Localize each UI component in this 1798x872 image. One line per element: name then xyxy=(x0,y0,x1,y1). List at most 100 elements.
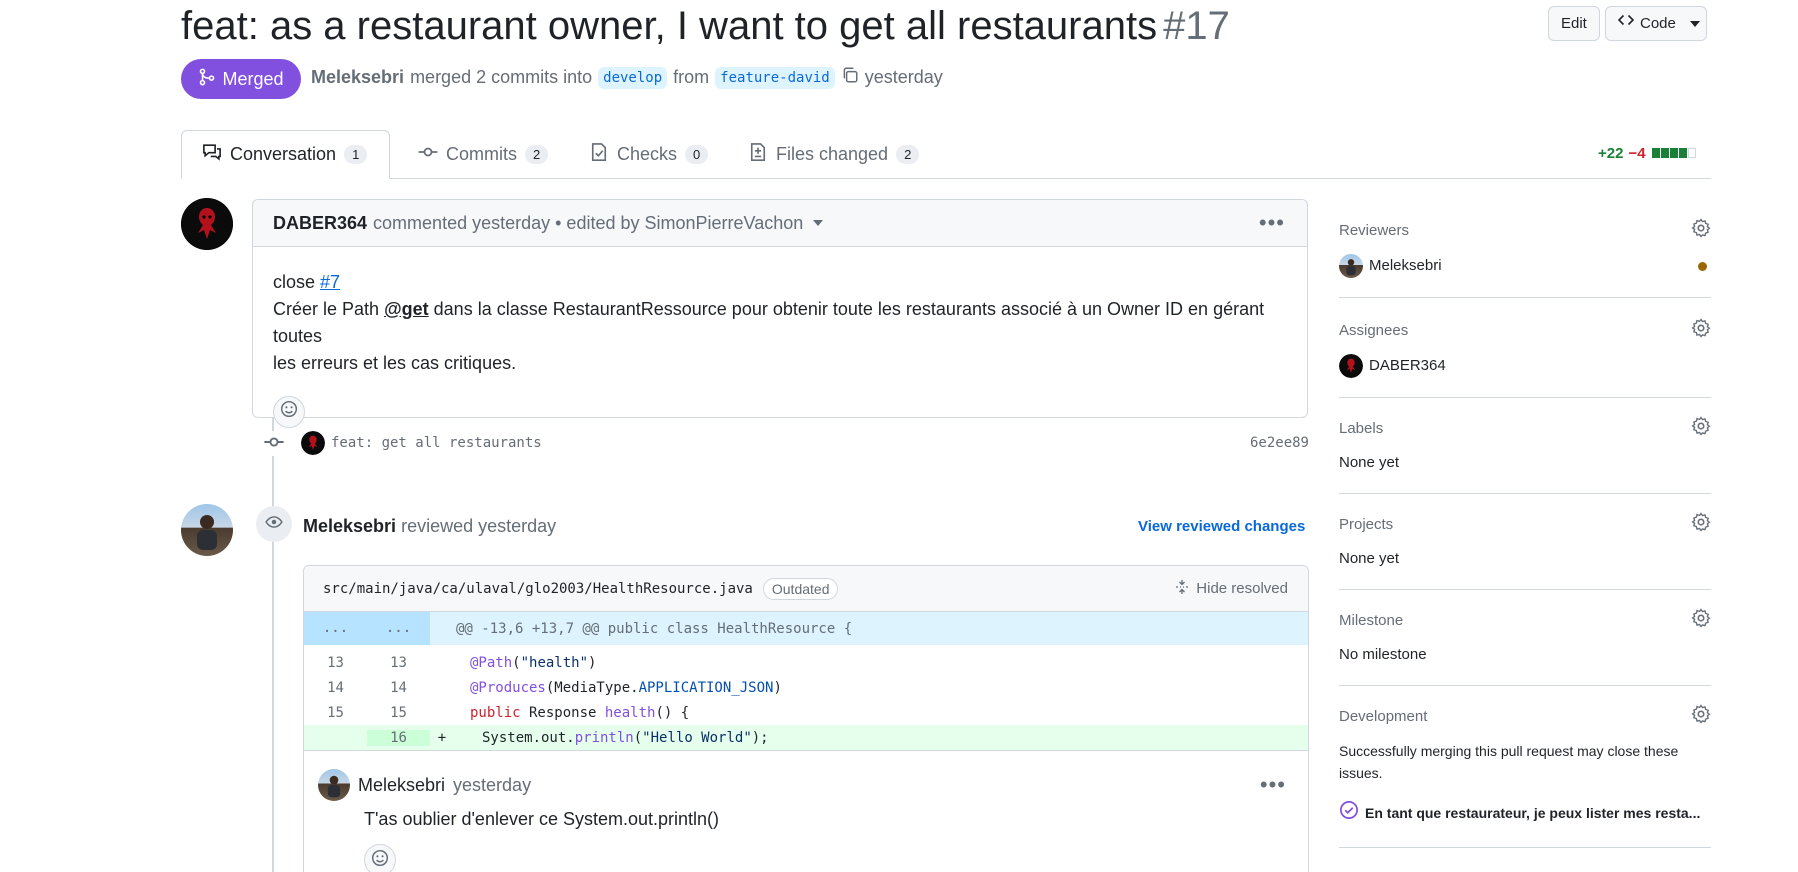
linked-issue-title: En tant que restaurateur, je peux lister… xyxy=(1365,805,1701,821)
head-branch[interactable]: feature-david xyxy=(715,66,835,89)
new-line-number[interactable]: 13 xyxy=(367,655,430,671)
sidebar-section-title[interactable]: Projects xyxy=(1339,512,1711,536)
tab-commits[interactable]: Commits 2 xyxy=(418,130,549,179)
gear-icon[interactable] xyxy=(1691,318,1711,342)
tab-label: Checks xyxy=(617,144,678,164)
review-meta[interactable]: reviewed yesterday xyxy=(401,516,556,536)
diff-marker: + xyxy=(437,729,447,746)
commit-message[interactable]: feat: get all restaurants xyxy=(331,435,542,451)
issue-link[interactable]: #7 xyxy=(320,272,340,292)
development-note: Successfully merging this pull request m… xyxy=(1339,743,1679,781)
milestone-value: No milestone xyxy=(1339,646,1427,663)
old-line-number[interactable]: 13 xyxy=(304,655,367,671)
conversation-icon xyxy=(202,142,222,167)
pr-title-text: feat: as a restaurant owner, I want to g… xyxy=(181,4,1158,48)
gear-icon[interactable] xyxy=(1691,218,1711,242)
new-line-number[interactable]: 16 xyxy=(367,729,430,746)
diffstat: +22 −4 xyxy=(1598,145,1696,162)
tab-counter: 1 xyxy=(344,145,368,164)
code-text: public Response health() { xyxy=(470,704,690,721)
kebab-menu-icon[interactable]: ••• xyxy=(1260,772,1286,798)
comment-line-3: les erreurs et les cas critiques. xyxy=(273,353,517,373)
diffstat-bar xyxy=(1651,145,1696,162)
copy-icon[interactable] xyxy=(841,66,859,89)
tab-conversation[interactable]: Conversation 1 xyxy=(181,130,390,179)
code-button[interactable]: Code xyxy=(1605,6,1707,41)
file-path[interactable]: src/main/java/ca/ulaval/glo2003/HealthRe… xyxy=(323,581,753,597)
base-branch[interactable]: develop xyxy=(598,66,668,89)
commit-item: feat: get all restaurants 6e2ee89 xyxy=(263,428,1309,458)
timeline-line xyxy=(272,418,274,872)
gear-icon[interactable] xyxy=(1691,608,1711,632)
assignee-item[interactable]: DABER364 xyxy=(1339,354,1711,378)
view-reviewed-changes-link[interactable]: View reviewed changes xyxy=(1138,518,1305,535)
code-icon xyxy=(1617,7,1635,40)
review-comment-when[interactable]: yesterday xyxy=(453,775,531,796)
review-author[interactable]: Meleksebri xyxy=(303,516,396,536)
outdated-badge: Outdated xyxy=(762,577,839,600)
merged-when: yesterday xyxy=(864,67,943,87)
avatar[interactable] xyxy=(301,431,325,455)
sidebar-section-title[interactable]: Assignees xyxy=(1339,318,1711,342)
assignee-name: DABER364 xyxy=(1369,357,1446,374)
chevron-down-icon[interactable] xyxy=(813,220,824,226)
gear-icon[interactable] xyxy=(1691,512,1711,536)
sidebar-section-title[interactable]: Labels xyxy=(1339,416,1711,440)
old-line-number[interactable]: 15 xyxy=(304,705,367,721)
edit-button[interactable]: Edit xyxy=(1548,6,1600,41)
review-header: Meleksebri reviewed yesterday xyxy=(303,516,556,537)
fold-icon xyxy=(1174,579,1190,599)
new-line-number[interactable]: 14 xyxy=(367,680,430,696)
reviewer-name: Meleksebri xyxy=(1369,257,1442,274)
hide-resolved-button[interactable]: Hide resolved xyxy=(1174,579,1288,599)
status-label: Merged xyxy=(222,68,284,89)
kebab-menu-icon[interactable]: ••• xyxy=(1259,210,1285,236)
projects-title: Projects xyxy=(1339,515,1394,533)
code-line: 13 13 @Path("health") xyxy=(304,650,1308,675)
reviewers-title: Reviewers xyxy=(1339,221,1410,239)
assignees-title: Assignees xyxy=(1339,321,1409,339)
add-reaction-button[interactable] xyxy=(273,396,305,428)
development-title: Development xyxy=(1339,707,1428,725)
new-line-number[interactable]: 15 xyxy=(367,705,430,721)
tab-files-changed[interactable]: Files changed 2 xyxy=(748,130,920,179)
review-comment-author[interactable]: Meleksebri xyxy=(358,775,445,796)
chevron-down-icon xyxy=(1689,20,1700,27)
review-file-box: src/main/java/ca/ulaval/glo2003/HealthRe… xyxy=(303,565,1309,872)
issue-closed-icon xyxy=(1339,800,1359,826)
sidebar-section-title[interactable]: Reviewers xyxy=(1339,218,1711,242)
sidebar-section-title[interactable]: Development xyxy=(1339,704,1711,728)
user-mention[interactable]: @get xyxy=(384,299,429,319)
merged-text: merged 2 commits into xyxy=(410,67,593,87)
hunk-expand-left[interactable]: ... xyxy=(304,612,367,645)
hunk-expand-right[interactable]: ... xyxy=(367,612,430,645)
commit-sha[interactable]: 6e2ee89 xyxy=(1250,435,1309,451)
labels-title: Labels xyxy=(1339,419,1384,437)
comment-text: Créer le Path xyxy=(273,299,380,319)
sidebar-section-title[interactable]: Milestone xyxy=(1339,608,1711,632)
code-button-label: Code xyxy=(1640,15,1676,32)
avatar[interactable] xyxy=(181,198,233,250)
from-text: from xyxy=(673,67,710,87)
add-reaction-button[interactable] xyxy=(364,844,396,872)
linked-issue[interactable]: En tant que restaurateur, je peux lister… xyxy=(1339,800,1711,826)
sidebar-reviewers: Reviewers Meleksebri xyxy=(1339,218,1711,298)
merged-by-user[interactable]: Meleksebri xyxy=(311,67,404,88)
tab-checks[interactable]: Checks 0 xyxy=(589,130,709,179)
reviewer-item[interactable]: Meleksebri xyxy=(1339,254,1711,278)
review-comment: Meleksebri yesterday ••• T'as oublier d'… xyxy=(304,750,1308,872)
pr-description-comment: DABER364 commented yesterday • edited by… xyxy=(252,199,1308,428)
comment-meta[interactable]: commented yesterday • edited by SimonPie… xyxy=(373,213,803,234)
old-line-number[interactable]: 14 xyxy=(304,680,367,696)
code-text: @Path("health") xyxy=(470,654,597,671)
sidebar-projects: Projects None yet xyxy=(1339,512,1711,590)
gear-icon[interactable] xyxy=(1691,704,1711,728)
gear-icon[interactable] xyxy=(1691,416,1711,440)
review-event-marker xyxy=(256,506,292,542)
avatar[interactable] xyxy=(181,504,233,556)
checks-icon xyxy=(589,142,609,167)
additions-count: +22 xyxy=(1598,145,1624,162)
git-merge-icon xyxy=(198,68,216,91)
avatar[interactable] xyxy=(318,769,350,801)
comment-author[interactable]: DABER364 xyxy=(273,213,367,234)
